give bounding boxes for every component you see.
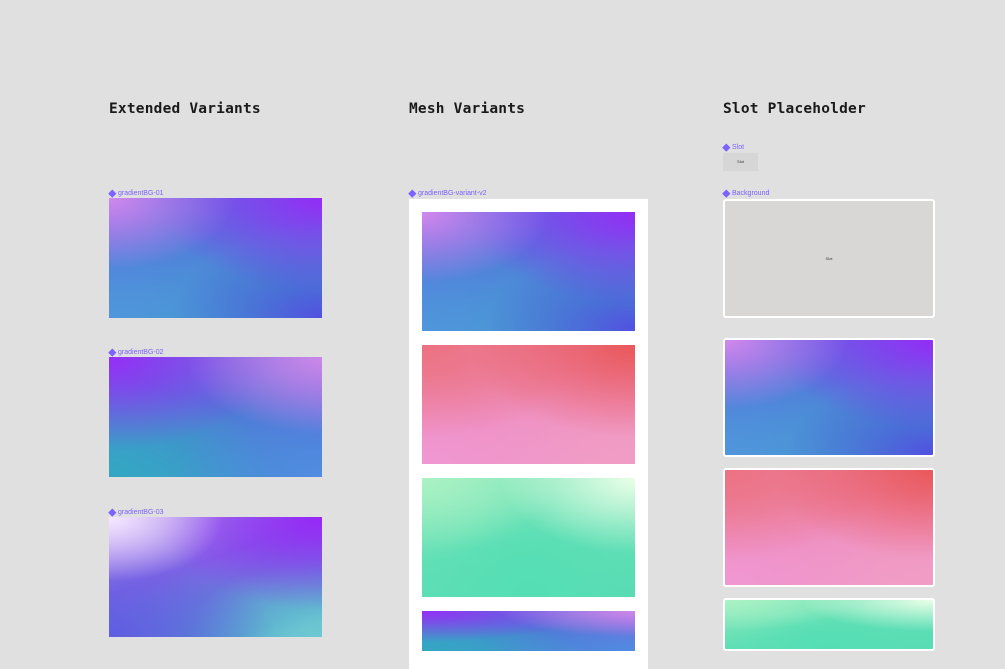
component-label-background[interactable]: Background: [723, 190, 769, 197]
component-icon: [409, 190, 416, 197]
background-variant-pink[interactable]: [723, 468, 935, 587]
component-label-text: Background: [732, 190, 770, 197]
component-label-text: gradientBG-variant-v2: [418, 190, 487, 197]
background-variant-green[interactable]: [723, 598, 935, 651]
component-label-gradientbg-01[interactable]: gradientBG-01: [109, 190, 164, 197]
component-icon: [109, 190, 116, 197]
component-label-gradientbg-variant-v2[interactable]: gradientBG-variant-v2: [409, 190, 486, 197]
gradientbg-02-frame[interactable]: [109, 357, 322, 477]
component-label-text: gradientBG-01: [118, 190, 164, 197]
component-label-text: gradientBG-02: [118, 349, 164, 356]
component-label-gradientbg-03[interactable]: gradientBG-03: [109, 509, 164, 516]
mesh-variant-purple-alt[interactable]: [422, 611, 635, 651]
component-label-text: Slot: [732, 144, 745, 151]
mesh-variant-purple[interactable]: [422, 212, 635, 331]
section-title-slot-placeholder: Slot Placeholder: [723, 101, 866, 117]
section-title-mesh-variants: Mesh Variants: [409, 101, 526, 117]
gradientbg-01-frame[interactable]: [109, 198, 322, 318]
background-variant-purple[interactable]: [723, 338, 935, 457]
mesh-variant-green[interactable]: [422, 478, 635, 597]
component-label-gradientbg-02[interactable]: gradientBG-02: [109, 349, 164, 356]
slot-placeholder-text: Slot: [737, 159, 744, 164]
component-icon: [109, 509, 116, 516]
background-slot-frame[interactable]: Slot: [723, 199, 935, 318]
component-icon: [723, 144, 730, 151]
slot-component[interactable]: Slot: [723, 153, 758, 171]
mesh-variant-pink[interactable]: [422, 345, 635, 464]
component-label-text: gradientBG-03: [118, 509, 164, 516]
component-icon: [109, 349, 116, 356]
section-title-extended-variants: Extended Variants: [109, 101, 261, 117]
gradientbg-03-frame[interactable]: [109, 517, 322, 637]
component-icon: [723, 190, 730, 197]
background-placeholder-text: Slot: [825, 255, 833, 261]
component-label-slot[interactable]: Slot: [723, 144, 744, 151]
